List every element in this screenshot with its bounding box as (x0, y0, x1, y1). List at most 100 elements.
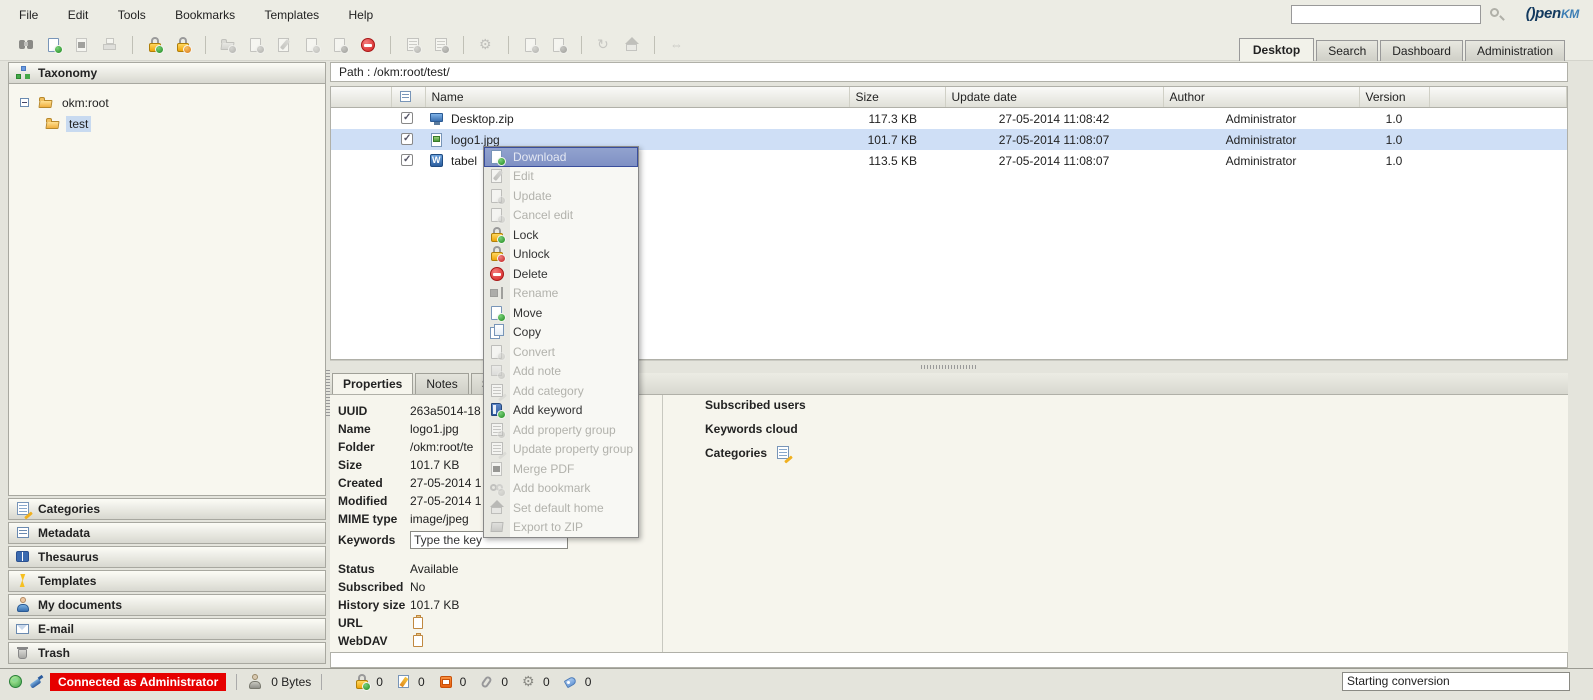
menu-help[interactable]: Help (336, 0, 387, 30)
user-quota-icon (247, 673, 263, 690)
templates-icon (15, 573, 31, 589)
field-label: Status (338, 562, 375, 576)
table-row[interactable]: Desktop.zip 117.3 KB 27-05-2014 11:08:42… (331, 108, 1567, 130)
checkout-documents-counter[interactable]: 0 (396, 674, 425, 690)
tab-administration[interactable]: Administration (1464, 40, 1565, 61)
collapse-icon[interactable] (17, 95, 33, 111)
sidebar-item-trash[interactable]: Trash (8, 642, 326, 664)
quick-search-input[interactable] (1291, 5, 1481, 24)
menu-item-add-keyword[interactable]: Add keyword (484, 401, 638, 421)
status-bar: Connected as Administrator 0 Bytes 0 0 0… (0, 668, 1593, 694)
tab-search[interactable]: Search (1316, 40, 1379, 61)
file-size: 117.3 KB (868, 111, 917, 126)
massive-selection-icon[interactable] (398, 89, 414, 105)
column-author[interactable]: Author (1163, 87, 1360, 108)
taxonomy-icon (15, 65, 31, 81)
file-name: Desktop.zip (451, 111, 514, 126)
copy-url-icon[interactable] (410, 615, 426, 631)
download-icon[interactable] (42, 33, 66, 57)
field-value-uuid: 263a5014-18 (410, 404, 481, 418)
tab-properties[interactable]: Properties (332, 373, 414, 394)
print-icon (98, 33, 122, 57)
workflows-counter[interactable]: 0 (521, 673, 550, 690)
column-select[interactable] (391, 87, 426, 108)
sidebar-item-taxonomy[interactable]: Taxonomy (8, 62, 326, 84)
menu-item-add-property-group: Add property group (484, 420, 638, 440)
row-checkbox[interactable] (400, 111, 416, 127)
column-blank (331, 87, 392, 108)
menu-item-copy[interactable]: Copy (484, 323, 638, 343)
menu-item-download[interactable]: Download (484, 147, 638, 167)
menu-edit[interactable]: Edit (55, 0, 102, 30)
tree-node-okm-root[interactable]: okm:root (17, 92, 325, 113)
menu-templates[interactable]: Templates (251, 0, 332, 30)
menu-item-delete[interactable]: Delete (484, 264, 638, 284)
field-value-folder: /okm:root/te (410, 440, 474, 454)
tree-node-test[interactable]: test (45, 113, 325, 134)
column-size[interactable]: Size (849, 87, 946, 108)
sidebar: Taxonomy okm:root test Categories Metada… (8, 62, 326, 664)
sidebar-item-templates[interactable]: Templates (8, 570, 326, 592)
add-category-icon[interactable] (775, 445, 793, 464)
menu-item-unlock[interactable]: Unlock (484, 245, 638, 265)
remove-property-group-icon (429, 33, 453, 57)
checkin-document-icon (328, 33, 352, 57)
field-value-name: logo1.jpg (410, 422, 459, 436)
menu-file[interactable]: File (6, 0, 51, 30)
copy-webdav-icon[interactable] (410, 633, 426, 649)
menu-item-lock[interactable]: Lock (484, 225, 638, 245)
tab-dashboard[interactable]: Dashboard (1380, 40, 1463, 61)
sidebar-item-thesaurus[interactable]: Thesaurus (8, 546, 326, 568)
column-name[interactable]: Name (425, 87, 850, 108)
menu-bookmarks[interactable]: Bookmarks (162, 0, 248, 30)
tab-desktop[interactable]: Desktop (1238, 38, 1315, 61)
unlock-icon[interactable] (171, 33, 195, 57)
folder-icon (45, 116, 61, 132)
field-label: MIME type (338, 512, 398, 526)
sidebar-item-my-documents[interactable]: My documents (8, 594, 326, 616)
file-author: Administrator (1163, 129, 1359, 150)
tab-notes[interactable]: Notes (415, 373, 469, 394)
field-value-size: 101.7 KB (410, 458, 460, 472)
unlock-icon (489, 246, 506, 264)
column-version[interactable]: Version (1359, 87, 1430, 108)
checkout-document-icon (300, 33, 324, 57)
file-update-date: 27-05-2014 11:08:42 (998, 111, 1110, 126)
sidebar-item-email[interactable]: E-mail (8, 618, 326, 640)
toolbar-separator (132, 36, 133, 54)
file-version: 1.0 (1385, 111, 1403, 126)
menu-item-rename: Rename (484, 284, 638, 304)
thesaurus-icon (15, 549, 31, 565)
sidebar-item-metadata[interactable]: Metadata (8, 522, 326, 544)
row-checkbox[interactable] (400, 153, 416, 169)
column-filler (1429, 87, 1567, 108)
lock-icon[interactable] (143, 33, 167, 57)
field-label: Size (338, 458, 363, 472)
create-document-icon (244, 33, 268, 57)
delete-icon[interactable] (356, 33, 380, 57)
workflows-icon (521, 673, 537, 690)
keywords-counter[interactable]: 0 (563, 674, 591, 690)
sidebar-item-categories[interactable]: Categories (8, 498, 326, 520)
column-update-date[interactable]: Update date (945, 87, 1164, 108)
locked-documents-counter[interactable]: 0 (354, 673, 383, 691)
move-icon (489, 305, 506, 322)
refresh-icon (592, 33, 616, 57)
add-note-icon (489, 363, 506, 381)
edit-icon (489, 168, 505, 184)
set-default-home-icon (489, 499, 505, 516)
menu-item-export-to-zip: Export to ZIP (484, 518, 638, 538)
sidebar-item-label: Categories (38, 502, 101, 516)
add-subscription-icon (519, 33, 543, 57)
search-icon[interactable] (1489, 7, 1505, 23)
document-meta-panel: Subscribed users Keywords cloud Categori… (663, 395, 1568, 652)
find-icon[interactable] (14, 33, 38, 57)
attachments-counter[interactable]: 0 (479, 674, 508, 690)
add-property-group-icon (401, 33, 425, 57)
toolbar: Desktop Search Dashboard Administration (0, 30, 1593, 61)
field-label: History size (338, 598, 406, 612)
menu-tools[interactable]: Tools (105, 0, 159, 30)
subscriptions-counter[interactable]: 0 (438, 674, 466, 690)
menu-item-move[interactable]: Move (484, 303, 638, 323)
row-checkbox[interactable] (400, 132, 416, 148)
